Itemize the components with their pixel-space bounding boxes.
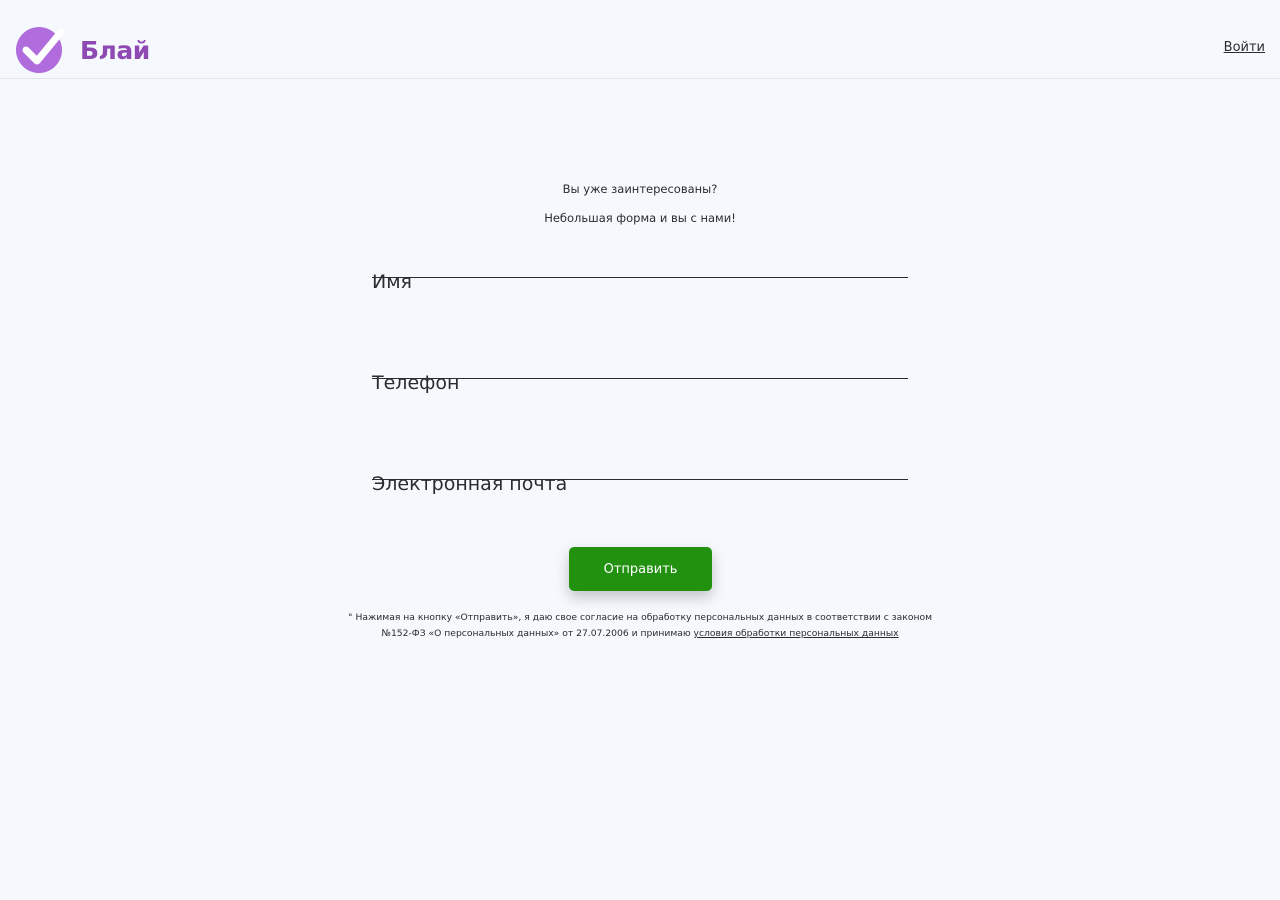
login-link[interactable]: Войти xyxy=(1224,40,1265,55)
brand-logo[interactable]: Блай xyxy=(16,26,150,74)
consent-notice: ° Нажимая на кнопку «Отправить», я даю с… xyxy=(340,610,940,642)
site-header: Блай Войти xyxy=(0,0,1280,79)
intro-subtitle: Небольшая форма и вы с нами! xyxy=(544,211,736,225)
name-input[interactable] xyxy=(372,271,908,293)
consent-terms-link[interactable]: условия обработки персональных данных xyxy=(694,628,899,639)
check-circle-icon xyxy=(16,27,65,73)
intro-question: Вы уже заинтересованы? xyxy=(562,182,718,196)
submit-button[interactable]: Отправить xyxy=(569,547,712,591)
email-field[interactable] xyxy=(372,473,908,513)
phone-input[interactable] xyxy=(372,372,908,394)
name-field[interactable] xyxy=(372,271,908,311)
brand-name: Блай xyxy=(80,35,150,65)
email-input[interactable] xyxy=(372,473,908,495)
phone-field[interactable] xyxy=(372,372,908,412)
